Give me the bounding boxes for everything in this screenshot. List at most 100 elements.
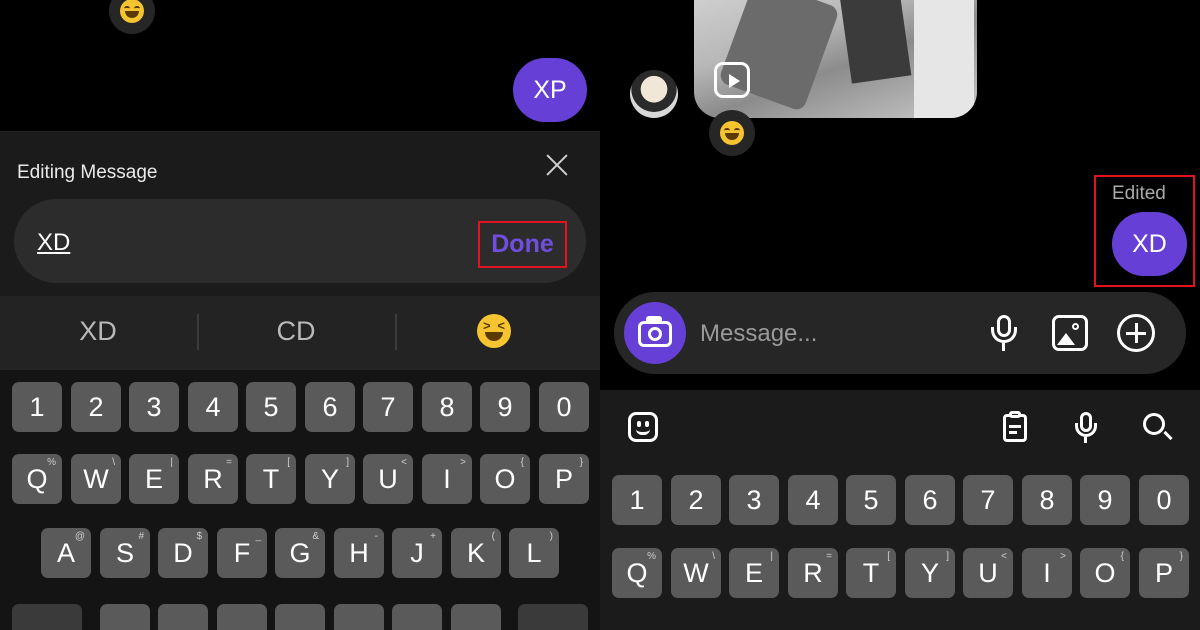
key-v[interactable] [275, 604, 325, 630]
keyboard-qwerty-row: Q% W \ E | R = T[ Y] U < I > O{ P} [600, 548, 1200, 604]
key-9[interactable]: 9 [480, 382, 530, 432]
key-o[interactable]: O{ [480, 454, 530, 504]
key-f[interactable]: F _ [217, 528, 267, 578]
key-q[interactable]: Q% [12, 454, 62, 504]
voice-input-icon[interactable] [1069, 410, 1103, 444]
camera-icon [648, 327, 662, 341]
grinning-squinting-emoji-icon [477, 314, 511, 348]
search-icon[interactable] [1140, 410, 1174, 444]
key-y[interactable]: Y] [905, 548, 955, 598]
key-r[interactable]: R = [188, 454, 238, 504]
key-2[interactable]: 2 [71, 382, 121, 432]
key-z[interactable] [100, 604, 150, 630]
keyboard: 1 2 3 4 5 6 7 8 9 0 Q% W \ E | R = T[ Y] U <… [600, 460, 1200, 630]
key-u[interactable]: U < [963, 548, 1013, 598]
key-3[interactable]: 3 [129, 382, 179, 432]
highlight-box [1094, 175, 1195, 287]
laughing-emoji-icon [720, 121, 744, 145]
message-input[interactable] [700, 314, 950, 354]
suggestion-1[interactable]: XD [0, 316, 196, 347]
image-icon[interactable] [1050, 313, 1090, 353]
reels-icon [714, 62, 750, 98]
keyboard-number-row: 1 2 3 4 5 6 7 8 9 0 [0, 382, 600, 438]
sticker-icon[interactable] [626, 410, 660, 444]
key-k[interactable]: K( [451, 528, 501, 578]
laughing-emoji-icon [120, 0, 144, 23]
key-9[interactable]: 9 [1080, 475, 1130, 525]
right-screenshot: Edited XD Message... 1 2 3 4 5 6 7 8 9 0… [600, 0, 1200, 630]
keyboard-qwerty-row: Q% W \ E | R = T[ Y] U < I > O{ P} [0, 454, 600, 510]
key-5[interactable]: 5 [846, 475, 896, 525]
key-u[interactable]: U < [363, 454, 413, 504]
key-4[interactable]: 4 [188, 382, 238, 432]
message-composer [614, 292, 1186, 374]
key-s[interactable]: S # [100, 528, 150, 578]
editing-message-title: Editing Message [17, 162, 158, 183]
key-4[interactable]: 4 [788, 475, 838, 525]
reaction-laughing-emoji[interactable] [109, 0, 155, 34]
done-button[interactable]: Done [478, 221, 567, 268]
key-g[interactable]: G & [275, 528, 325, 578]
avatar[interactable] [630, 70, 678, 118]
camera-button[interactable] [624, 302, 686, 364]
key-y[interactable]: Y] [305, 454, 355, 504]
microphone-icon[interactable] [984, 313, 1024, 353]
reaction-laughing-emoji[interactable] [709, 110, 755, 156]
key-q[interactable]: Q% [612, 548, 662, 598]
left-screenshot: XP Editing Message XD Done XD CD 1 2 3 4… [0, 0, 600, 630]
key-w[interactable]: W \ [71, 454, 121, 504]
key-h[interactable]: H- [334, 528, 384, 578]
key-o[interactable]: O{ [1080, 548, 1130, 598]
keyboard-toolbar [600, 390, 1200, 460]
key-a[interactable]: A @ [41, 528, 91, 578]
suggestion-emoji[interactable] [396, 314, 592, 348]
key-5[interactable]: 5 [246, 382, 296, 432]
key-t[interactable]: T[ [246, 454, 296, 504]
key-0[interactable]: 0 [1139, 475, 1189, 525]
key-0[interactable]: 0 [539, 382, 589, 432]
keyboard: 1 2 3 4 5 6 7 8 9 0 Q% W \ E | R = T[ Y] U <… [0, 370, 600, 630]
key-n[interactable] [392, 604, 442, 630]
key-8[interactable]: 8 [1022, 475, 1072, 525]
shift-key[interactable] [12, 604, 82, 630]
clipboard-icon[interactable] [998, 410, 1032, 444]
key-1[interactable]: 1 [12, 382, 62, 432]
keyboard-asdf-row: A @ S # D $ F _ G & H- J + K( L) [0, 528, 600, 584]
close-icon[interactable] [541, 149, 573, 181]
key-7[interactable]: 7 [363, 382, 413, 432]
key-d[interactable]: D $ [158, 528, 208, 578]
key-c[interactable] [217, 604, 267, 630]
key-i[interactable]: I > [1022, 548, 1072, 598]
plus-icon[interactable] [1116, 313, 1156, 353]
suggestion-bar: XD CD [0, 296, 600, 370]
key-8[interactable]: 8 [422, 382, 472, 432]
key-e[interactable]: E | [729, 548, 779, 598]
key-p[interactable]: P} [539, 454, 589, 504]
key-7[interactable]: 7 [963, 475, 1013, 525]
key-t[interactable]: T[ [846, 548, 896, 598]
key-l[interactable]: L) [509, 528, 559, 578]
key-1[interactable]: 1 [612, 475, 662, 525]
key-i[interactable]: I > [422, 454, 472, 504]
key-6[interactable]: 6 [305, 382, 355, 432]
key-x[interactable] [158, 604, 208, 630]
sent-message-bubble[interactable]: XP [513, 58, 587, 122]
key-e[interactable]: E | [129, 454, 179, 504]
key-b[interactable] [334, 604, 384, 630]
edit-message-field[interactable]: XD Done [14, 199, 586, 283]
suggestion-2[interactable]: CD [198, 316, 394, 347]
key-3[interactable]: 3 [729, 475, 779, 525]
key-2[interactable]: 2 [671, 475, 721, 525]
key-m[interactable] [451, 604, 501, 630]
message-text: XP [533, 75, 567, 104]
keyboard-number-row: 1 2 3 4 5 6 7 8 9 0 [600, 475, 1200, 531]
shared-reel-thumbnail[interactable] [694, 0, 977, 118]
key-6[interactable]: 6 [905, 475, 955, 525]
key-j[interactable]: J + [392, 528, 442, 578]
key-p[interactable]: P} [1139, 548, 1189, 598]
key-w[interactable]: W \ [671, 548, 721, 598]
backspace-key[interactable] [518, 604, 588, 630]
editing-message-panel: Editing Message XD Done [0, 131, 600, 296]
key-r[interactable]: R = [788, 548, 838, 598]
edit-message-text[interactable]: XD [37, 229, 70, 257]
